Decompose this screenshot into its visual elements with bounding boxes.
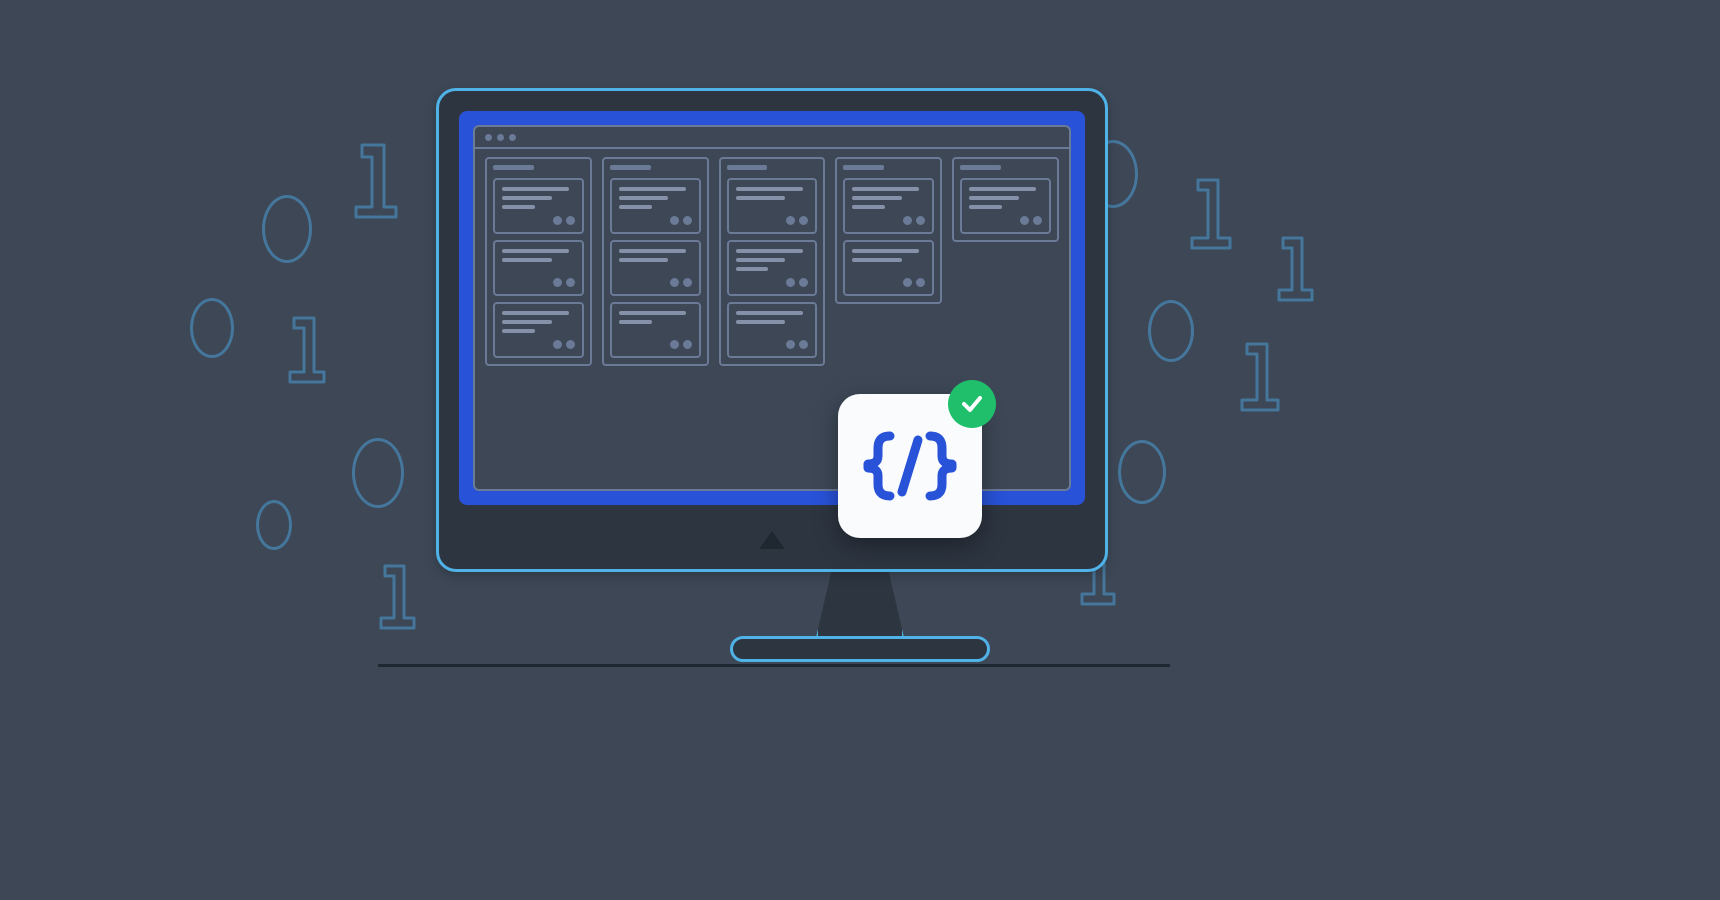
kanban-column [719, 157, 826, 366]
binary-one-icon [1180, 172, 1236, 258]
binary-one-icon [1268, 230, 1318, 308]
card-avatars-icon [553, 278, 575, 287]
monitor-frame [436, 88, 1108, 572]
kanban-card [610, 240, 701, 296]
binary-zero-icon [256, 500, 292, 550]
column-title-placeholder [610, 165, 651, 170]
card-avatars-icon [786, 340, 808, 349]
binary-one-icon [1230, 336, 1284, 420]
illustration-stage [0, 0, 1720, 900]
kanban-card [493, 240, 584, 296]
traffic-light-icon [485, 134, 492, 141]
desk-line [378, 664, 1170, 667]
card-avatars-icon [786, 278, 808, 287]
binary-zero-icon [1148, 300, 1194, 362]
kanban-card [843, 240, 934, 296]
eject-icon [759, 531, 785, 549]
monitor-neck [815, 572, 905, 642]
card-avatars-icon [903, 216, 925, 225]
binary-zero-icon [190, 298, 234, 358]
code-braces-icon [860, 426, 960, 506]
kanban-column [835, 157, 942, 304]
binary-zero-icon [262, 195, 312, 263]
kanban-column [485, 157, 592, 366]
browser-titlebar [475, 127, 1069, 149]
traffic-light-icon [509, 134, 516, 141]
card-avatars-icon [553, 340, 575, 349]
binary-zero-icon [352, 438, 404, 508]
traffic-light-icon [497, 134, 504, 141]
kanban-card [493, 302, 584, 358]
binary-one-icon [342, 135, 402, 227]
kanban-column [952, 157, 1059, 242]
binary-zero-icon [1118, 440, 1166, 504]
checkmark-badge [948, 380, 996, 428]
monitor-base [730, 636, 990, 662]
binary-one-icon [278, 310, 330, 390]
binary-one-icon [370, 558, 420, 636]
checkmark-icon [959, 391, 985, 417]
kanban-card [610, 302, 701, 358]
column-title-placeholder [960, 165, 1001, 170]
monitor-screen [459, 111, 1085, 505]
column-title-placeholder [843, 165, 884, 170]
kanban-column [602, 157, 709, 366]
card-avatars-icon [553, 216, 575, 225]
card-avatars-icon [670, 216, 692, 225]
column-title-placeholder [493, 165, 534, 170]
card-avatars-icon [1020, 216, 1042, 225]
kanban-card [843, 178, 934, 234]
kanban-card [493, 178, 584, 234]
kanban-card [727, 302, 818, 358]
code-badge [838, 394, 982, 538]
card-avatars-icon [670, 340, 692, 349]
kanban-card [727, 178, 818, 234]
kanban-card [610, 178, 701, 234]
card-avatars-icon [670, 278, 692, 287]
column-title-placeholder [727, 165, 768, 170]
card-avatars-icon [903, 278, 925, 287]
kanban-card [960, 178, 1051, 234]
card-avatars-icon [786, 216, 808, 225]
kanban-card [727, 240, 818, 296]
